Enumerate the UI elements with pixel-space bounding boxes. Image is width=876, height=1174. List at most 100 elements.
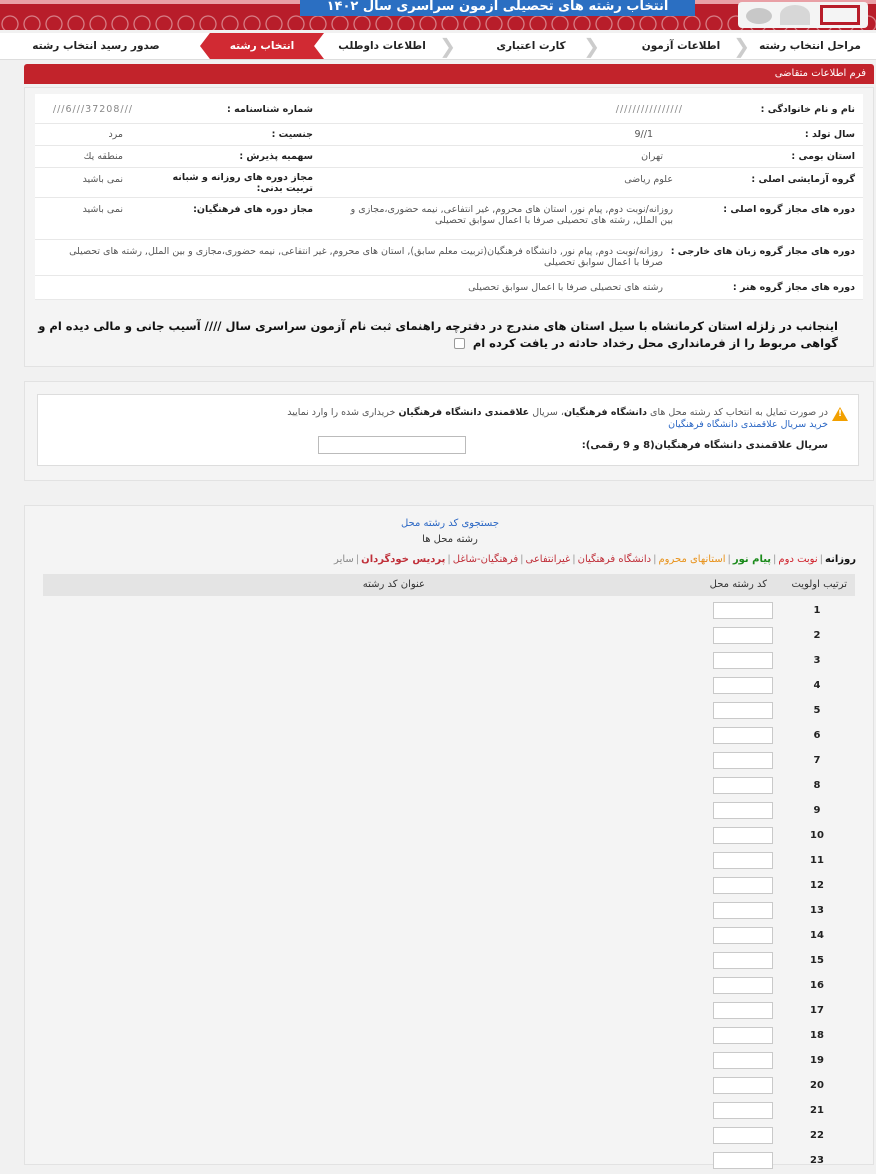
priority-number: 2 [813, 630, 821, 641]
priority-number: 21 [810, 1105, 824, 1116]
field-code-input[interactable] [713, 652, 773, 669]
course-type-legend: روزانه|نوبت دوم|پیام نور|استانهای محروم|… [334, 554, 856, 565]
art-courses-value: رشته های تحصیلی صرفا با اعمال سوابق تحصی… [468, 282, 663, 293]
field-code-input[interactable] [713, 702, 773, 719]
field-code-input[interactable] [713, 802, 773, 819]
step-selection-stages[interactable]: مراحل انتخاب رشته [750, 33, 870, 59]
info-row-birth: سال تولد : 1//9 جنسیت : مرد [35, 124, 863, 146]
search-code-link[interactable]: جستجوی کد رشته محل [25, 518, 875, 529]
birth-year-value: 1//9 [634, 129, 654, 140]
filter-daytime[interactable]: روزانه [825, 554, 856, 565]
table-row: 11 [43, 849, 855, 874]
farhangian-eligibility-label: مجاز دوره های فرهنگیان: [193, 204, 313, 215]
chevron-left-icon: ❮ [583, 34, 600, 58]
language-courses-label: دوره های مجاز گروه زبان های خارجی : [670, 246, 855, 257]
serial-input-label: سریال علاقمندی دانشگاه فرهنگیان(8 و 9 رق… [581, 440, 828, 451]
main-courses-label: دوره های مجاز گروه اصلی : [723, 204, 855, 215]
table-row: 6 [43, 724, 855, 749]
priority-number: 14 [810, 930, 824, 941]
field-code-input[interactable] [713, 1052, 773, 1069]
chevron-left-icon: ❮ [439, 34, 456, 58]
farhangian-eligibility-value: نمی باشید [82, 204, 123, 215]
priority-number: 19 [810, 1055, 824, 1066]
field-code-input[interactable] [713, 977, 773, 994]
disaster-notice-text: اینجانب در زلزله استان کرمانشاه با سیل ا… [38, 319, 838, 350]
serial-input[interactable] [318, 436, 466, 454]
art-courses-label: دوره های مجاز گروه هنر : [732, 282, 855, 293]
field-code-input[interactable] [713, 1077, 773, 1094]
id-number-value: ///37208///6/// [52, 104, 133, 115]
sport-eligibility-label: مجاز دوره های روزانه و شبانه تربیت بدنی: [172, 172, 313, 194]
field-code-input[interactable] [713, 727, 773, 744]
priority-number: 22 [810, 1130, 824, 1141]
interest-text-prefix: در صورت تمایل به انتخاب کد رشته محل های [650, 407, 828, 418]
table-row: 15 [43, 949, 855, 974]
priority-number: 1 [813, 605, 821, 616]
province-value: تهران [641, 151, 663, 162]
filter-farhangian[interactable]: دانشگاه فرهنگیان [578, 554, 651, 565]
info-row-group: گروه آزمایشی اصلی : علوم ریاضی مجاز دوره… [35, 168, 863, 198]
field-code-input[interactable] [713, 827, 773, 844]
field-selection-panel: جستجوی کد رشته محل رشته محل ها روزانه|نو… [24, 505, 875, 1169]
priority-number: 6 [813, 730, 821, 741]
priority-number: 15 [810, 955, 824, 966]
step-exam-info[interactable]: اطلاعات آزمون [626, 33, 736, 59]
field-code-input[interactable] [713, 602, 773, 619]
step-issue-receipt[interactable]: صدور رسید انتخاب رشته [6, 33, 186, 59]
buy-serial-link[interactable]: خرید سریال علاقمندی دانشگاه فرهنگیان [668, 419, 828, 430]
field-code-input[interactable] [713, 927, 773, 944]
field-code-input[interactable] [713, 902, 773, 919]
exam-group-label: گروه آزمایشی اصلی : [751, 174, 855, 185]
interest-serial-name: علاقمندی دانشگاه فرهنگیان [398, 407, 530, 418]
priority-number: 11 [810, 855, 824, 866]
table-row: 13 [43, 899, 855, 924]
title-column-header: عنوان کد رشته [362, 579, 425, 590]
field-code-input[interactable] [713, 952, 773, 969]
filter-farhangian-employed[interactable]: فرهنگیان-شاغل [453, 554, 518, 565]
step-navigation: مراحل انتخاب رشته ❮ اطلاعات آزمون ❮ کارت… [0, 33, 876, 60]
table-row: 4 [43, 674, 855, 699]
logo-shape-icon [746, 8, 772, 24]
gender-label: جنسیت : [271, 129, 313, 140]
filter-other[interactable]: سایر [334, 554, 354, 565]
field-code-input[interactable] [713, 752, 773, 769]
disaster-checkbox[interactable] [453, 338, 465, 349]
step-field-selection[interactable]: انتخاب رشته [200, 33, 324, 59]
priority-number: 10 [810, 830, 824, 841]
field-code-input[interactable] [713, 777, 773, 794]
priority-number: 16 [810, 980, 824, 991]
table-row: 8 [43, 774, 855, 799]
exam-group-value: علوم ریاضی [624, 174, 673, 185]
table-row: 14 [43, 924, 855, 949]
disaster-notice: اینجانب در زلزله استان کرمانشاه با سیل ا… [28, 318, 838, 352]
priority-number: 20 [810, 1080, 824, 1091]
field-code-input[interactable] [713, 627, 773, 644]
step-applicant-info[interactable]: اطلاعات داوطلب [322, 33, 442, 59]
field-code-input[interactable] [713, 1127, 773, 1144]
id-number-label: شماره شناسنامه : [227, 104, 313, 115]
filter-payame-noor[interactable]: پیام نور [733, 554, 771, 565]
field-code-input[interactable] [713, 852, 773, 869]
applicant-info-table: نام و نام خانوادگی : //////////////// شم… [35, 94, 863, 300]
filter-self-funded-campus[interactable]: پردیس خودگردان [361, 554, 445, 565]
step-credit-card[interactable]: کارت اعتباری [476, 33, 586, 59]
field-code-input[interactable] [713, 877, 773, 894]
selection-table-header: ترتیب اولویت کد رشته محل عنوان کد رشته [43, 574, 855, 596]
organization-logo [738, 2, 868, 28]
filter-non-profit[interactable]: غیرانتفاعی [525, 554, 570, 565]
code-column-header: کد رشته محل [709, 579, 767, 590]
filter-evening[interactable]: نوبت دوم [778, 554, 817, 565]
field-code-input[interactable] [713, 1027, 773, 1044]
info-row-art-courses: دوره های مجاز گروه هنر : رشته های تحصیلی… [35, 276, 863, 300]
filter-deprived-provinces[interactable]: استانهای محروم [658, 554, 725, 565]
quota-label: سهمیه پذیرش : [239, 151, 313, 162]
field-list-title: رشته محل ها [422, 534, 478, 545]
field-code-input[interactable] [713, 677, 773, 694]
banner-title: انتخاب رشته های تحصیلی آزمون سراسری سال … [300, 0, 695, 16]
sport-eligibility-value: نمی باشید [82, 174, 123, 185]
field-code-input[interactable] [713, 1002, 773, 1019]
name-label: نام و نام خانوادگی : [760, 104, 855, 115]
form-header: فرم اطلاعات متقاضی [24, 64, 874, 84]
field-code-input[interactable] [713, 1152, 773, 1169]
field-code-input[interactable] [713, 1102, 773, 1119]
